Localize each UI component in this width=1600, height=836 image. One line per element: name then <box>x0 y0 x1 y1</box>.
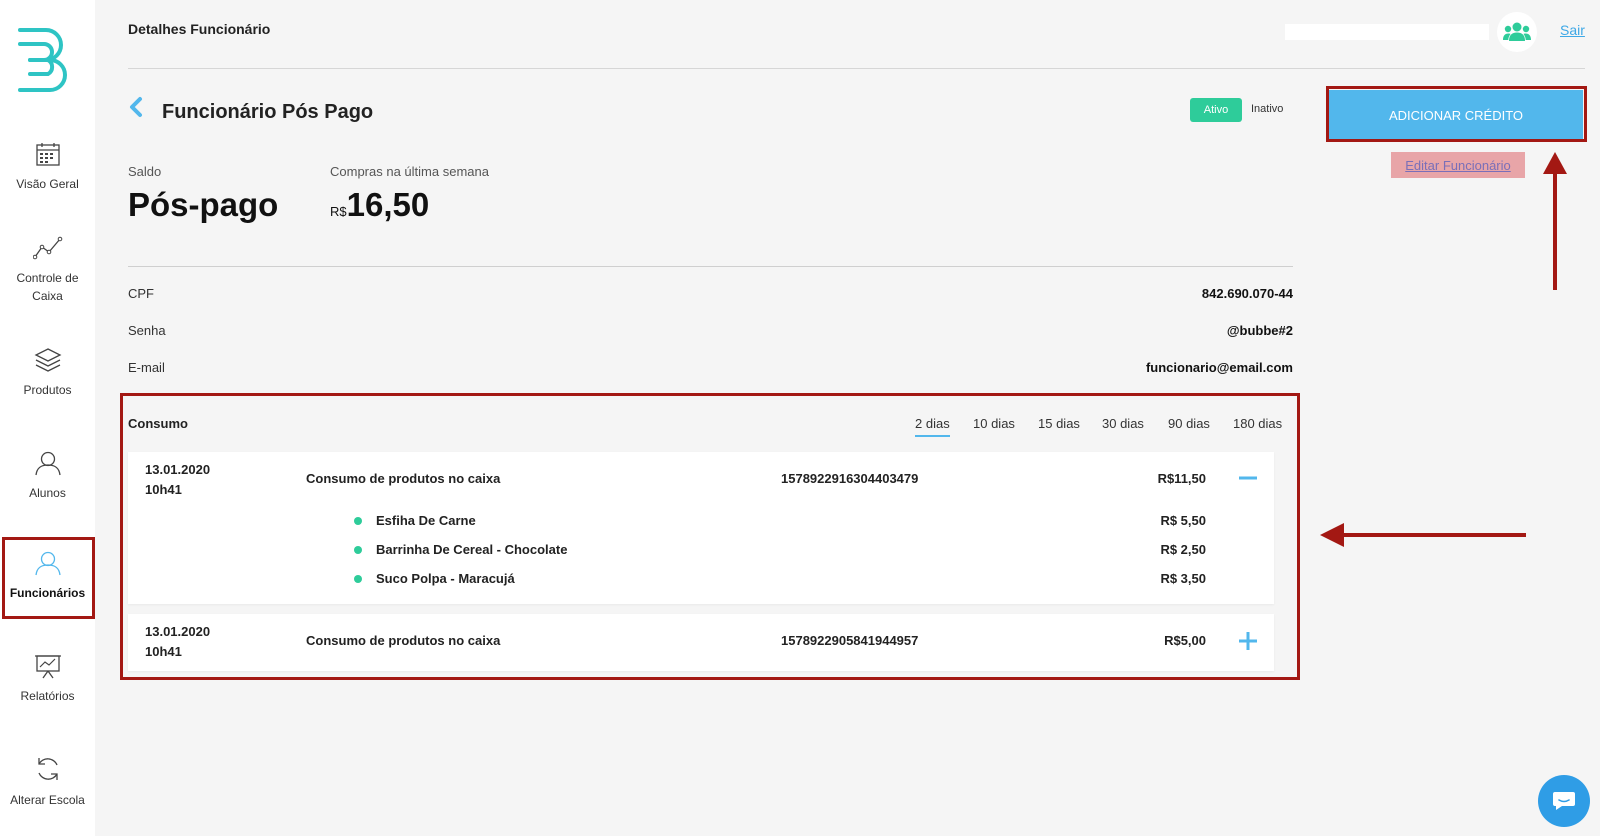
consumption-card[interactable]: 13.01.2020 10h41 Consumo de produtos no … <box>128 614 1274 671</box>
entry-description: Consumo de produtos no caixa <box>306 633 501 648</box>
password-value: @bubbe#2 <box>1226 323 1293 338</box>
entry-date-value: 13.01.2020 <box>145 624 211 639</box>
entry-time-value: 10h41 <box>145 644 182 659</box>
refresh-icon <box>37 758 58 780</box>
item-name: Barrinha De Cereal - Chocolate <box>376 542 568 557</box>
purchases-value: R$16,50 <box>330 186 429 224</box>
sidebar-item-relatorios[interactable]: Relatórios <box>0 653 95 705</box>
page-title: Funcionário Pós Pago <box>162 101 374 123</box>
balance-value: Pós-pago <box>128 186 279 223</box>
avatar[interactable] <box>1497 12 1537 52</box>
item-bullet <box>354 575 362 583</box>
user-icon <box>34 451 61 476</box>
entry-code: 1578922916304403479 <box>781 471 919 486</box>
consumption-title: Consumo <box>128 416 188 431</box>
purchases-amount: 16,50 <box>346 186 430 223</box>
item-price: R$ 5,50 <box>1160 513 1206 528</box>
logout-link[interactable]: Sair <box>1560 22 1585 38</box>
entry-description: Consumo de produtos no caixa <box>306 471 501 486</box>
page-header-title: Detalhes Funcionário <box>128 21 271 37</box>
entry-code: 1578922905841944957 <box>781 633 919 648</box>
sidebar-item-label: Produtos <box>23 383 72 397</box>
period-tab-30-dias[interactable]: 30 dias <box>1102 416 1144 431</box>
period-tab-10-dias[interactable]: 10 dias <box>973 416 1015 431</box>
calendar-icon <box>35 143 60 166</box>
consumption-card[interactable]: 13.01.2020 10h41 Consumo de produtos no … <box>128 452 1274 604</box>
header-search-bar[interactable] <box>1285 24 1489 40</box>
sidebar: Visão Geral Controle de Caixa Produtos A… <box>0 0 95 836</box>
sidebar-item-alunos[interactable]: Alunos <box>0 450 95 502</box>
section-divider <box>128 266 1293 267</box>
email-label: E-mail <box>128 360 165 375</box>
chat-button[interactable] <box>1538 775 1590 827</box>
item-name: Suco Polpa - Maracujá <box>376 571 515 586</box>
entry-amount: R$11,50 <box>1157 471 1206 486</box>
line-chart-icon <box>32 236 62 260</box>
entry-amount: R$5,00 <box>1164 633 1206 648</box>
sidebar-item-label: Visão Geral <box>16 177 79 191</box>
sidebar-item-produtos[interactable]: Produtos <box>0 347 95 399</box>
layers-icon <box>34 348 61 372</box>
minus-icon[interactable] <box>1238 468 1258 488</box>
purchases-label: Compras na última semana <box>330 164 489 179</box>
item-price: R$ 3,50 <box>1160 571 1206 586</box>
period-tab-2-dias[interactable]: 2 dias <box>915 416 950 437</box>
item-bullet <box>354 546 362 554</box>
sidebar-item-label: Alunos <box>29 486 66 500</box>
entry-date: 13.01.2020 10h41 <box>145 460 210 500</box>
status-active-toggle[interactable]: Ativo <box>1190 98 1242 122</box>
sidebar-item-visao-geral[interactable]: Visão Geral <box>0 141 95 193</box>
sidebar-item-label: Relatórios <box>20 689 75 703</box>
highlight-frame <box>2 537 95 619</box>
period-tab-90-dias[interactable]: 90 dias <box>1168 416 1210 431</box>
cpf-value: 842.690.070-44 <box>1201 286 1293 301</box>
brand-logo[interactable] <box>16 26 72 92</box>
entry-date: 13.01.2020 10h41 <box>145 622 210 662</box>
annotation-arrow-left <box>1320 523 1526 547</box>
password-label: Senha <box>128 323 166 338</box>
chat-icon <box>1553 792 1575 810</box>
sidebar-item-controle-de-caixa[interactable]: Controle de Caixa <box>0 235 95 305</box>
currency-symbol: R$ <box>330 204 347 219</box>
period-tab-180-dias[interactable]: 180 dias <box>1233 416 1282 431</box>
users-icon <box>1503 22 1531 41</box>
presentation-icon <box>34 655 61 679</box>
highlight-frame <box>1326 86 1587 142</box>
item-price: R$ 2,50 <box>1160 542 1206 557</box>
email-value: funcionario@email.com <box>1145 360 1293 375</box>
entry-date-value: 13.01.2020 <box>145 462 211 477</box>
status-inactive-toggle[interactable]: Inativo <box>1251 103 1283 115</box>
chevron-left-icon[interactable] <box>128 96 144 118</box>
sidebar-item-alterar-escola[interactable]: Alterar Escola <box>0 755 95 809</box>
plus-icon[interactable] <box>1238 631 1258 651</box>
sidebar-item-label: Controle de Caixa <box>16 271 79 303</box>
header-divider <box>128 68 1585 69</box>
item-name: Esfiha De Carne <box>376 513 476 528</box>
period-tab-15-dias[interactable]: 15 dias <box>1038 416 1080 431</box>
sidebar-item-label: Alterar Escola <box>10 793 85 807</box>
annotation-arrow-up <box>1543 152 1567 290</box>
item-bullet <box>354 517 362 525</box>
edit-employee-button[interactable]: Editar Funcionário <box>1391 152 1525 178</box>
entry-time-value: 10h41 <box>145 482 182 497</box>
balance-label: Saldo <box>128 164 162 179</box>
cpf-label: CPF <box>128 286 154 301</box>
